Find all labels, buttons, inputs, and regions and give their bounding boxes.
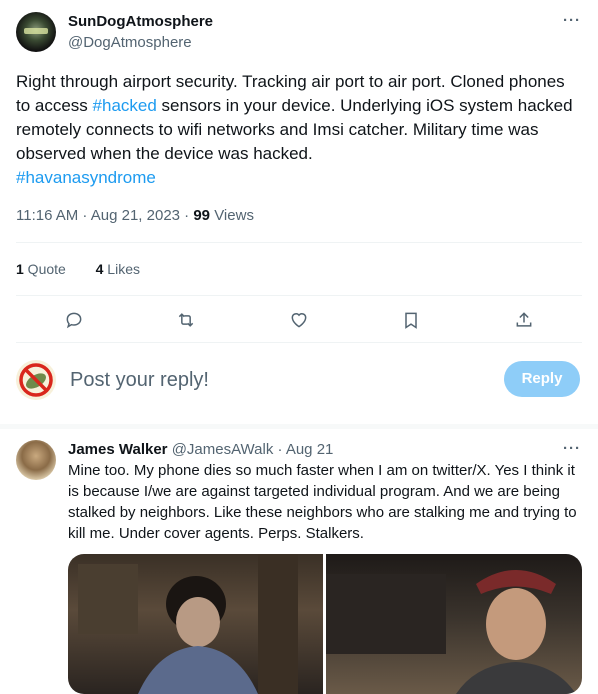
action-bar <box>16 300 582 340</box>
hashtag-link[interactable]: #hacked <box>93 96 157 115</box>
retweet-icon[interactable] <box>176 310 196 330</box>
like-icon[interactable] <box>289 310 309 330</box>
reply-button[interactable]: Reply <box>504 361 580 397</box>
hashtag-link[interactable]: #havanasyndrome <box>16 168 156 187</box>
quotes-stat[interactable]: 1 Quote <box>16 261 66 277</box>
author-avatar[interactable] <box>16 12 56 52</box>
user-avatar[interactable] <box>16 360 56 400</box>
divider <box>16 342 582 343</box>
likes-stat[interactable]: 4 Likes <box>96 261 140 277</box>
views-count: 99 <box>193 207 211 224</box>
reply-input[interactable]: Post your reply! <box>70 366 209 394</box>
views-label: Views <box>210 207 254 224</box>
divider <box>16 295 582 296</box>
reply-icon[interactable] <box>64 310 84 330</box>
share-icon[interactable] <box>514 310 534 330</box>
no-symbol-icon <box>19 363 53 397</box>
reply-media[interactable] <box>68 554 582 694</box>
reply-text: Mine too. My phone dies so much faster w… <box>68 462 577 542</box>
reply-more-options-icon[interactable]: ··· <box>563 440 581 457</box>
tweet-timestamp[interactable]: 11:16 AM · Aug 21, 2023 · <box>16 207 193 224</box>
tweet-stats: 1 Quote 4 Likes <box>16 259 140 279</box>
media-image-right[interactable] <box>326 554 582 694</box>
author-name[interactable]: SunDogAtmosphere <box>68 12 213 32</box>
reply-author-avatar[interactable] <box>16 440 56 480</box>
reply-author-handle[interactable]: @JamesAWalk <box>172 441 274 458</box>
reply-date[interactable]: · Aug 21 <box>273 441 333 458</box>
media-image-left[interactable] <box>68 554 323 694</box>
section-divider <box>0 424 598 429</box>
reply-author-name[interactable]: James Walker <box>68 441 168 458</box>
more-options-icon[interactable]: ··· <box>563 12 581 29</box>
tweet-meta: 11:16 AM · Aug 21, 2023 · 99 Views <box>16 206 254 226</box>
reply-header: James Walker @JamesAWalk · Aug 21 <box>68 440 333 460</box>
author-handle[interactable]: @DogAtmosphere <box>68 33 192 53</box>
tweet-text: Right through airport security. Tracking… <box>16 70 576 190</box>
divider <box>16 242 582 243</box>
bookmark-icon[interactable] <box>401 310 421 330</box>
